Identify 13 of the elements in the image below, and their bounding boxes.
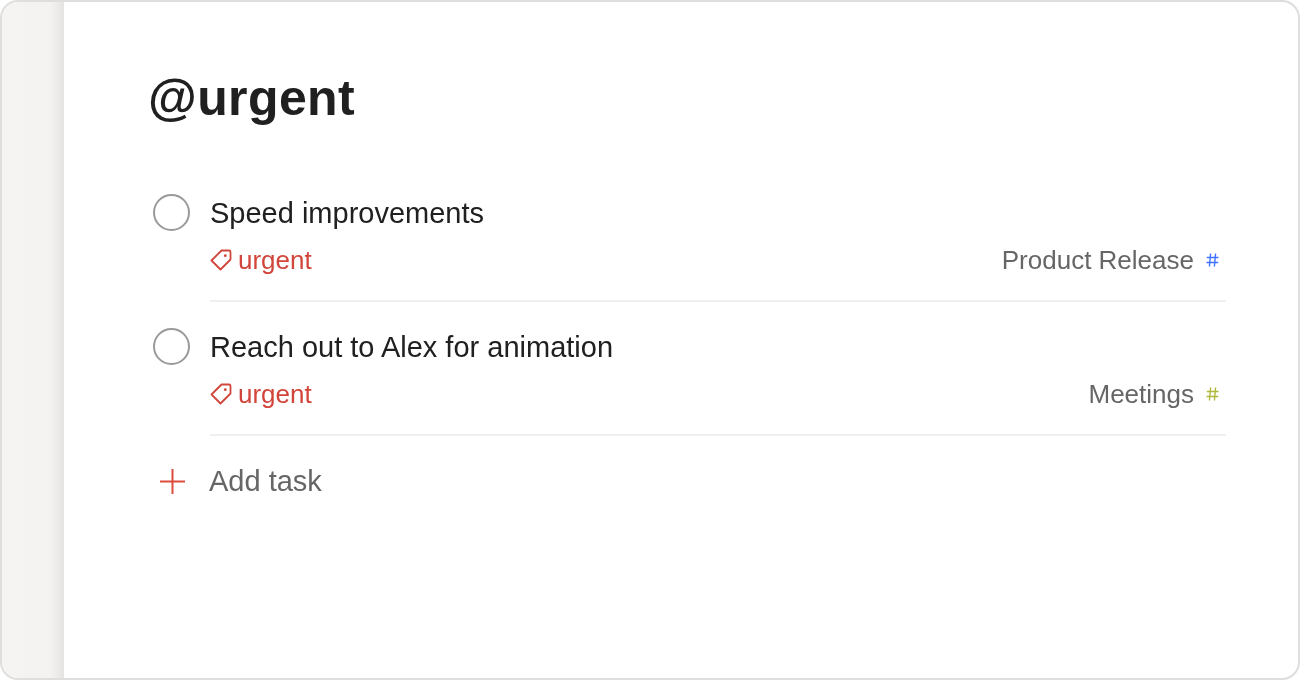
label-link[interactable]: urgent: [210, 246, 312, 274]
task-title[interactable]: Reach out to Alex for animation: [210, 328, 1226, 366]
task-checkbox[interactable]: [153, 328, 190, 365]
task-title[interactable]: Speed improvements: [210, 194, 1226, 232]
tag-icon: [210, 249, 232, 271]
project-link[interactable]: Meetings: [1088, 380, 1219, 408]
project-link[interactable]: Product Release: [1001, 246, 1219, 274]
page-title: @urgent: [148, 69, 357, 128]
plus-icon: [160, 468, 185, 494]
add-task-button[interactable]: Add task: [148, 462, 322, 500]
task-checkbox[interactable]: [153, 194, 190, 231]
tag-icon: [210, 383, 232, 405]
label-link[interactable]: urgent: [210, 380, 312, 408]
